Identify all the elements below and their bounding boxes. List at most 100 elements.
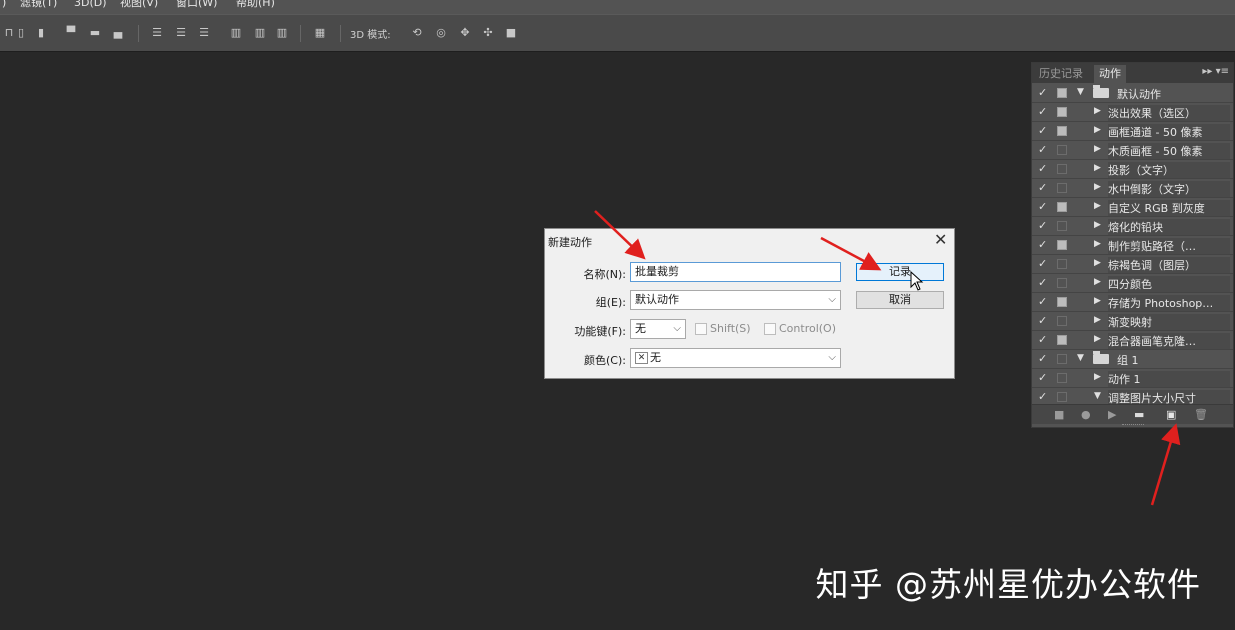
menu-item-help[interactable]: 帮助(H)	[236, 0, 275, 8]
dialog-toggle-icon[interactable]	[1057, 164, 1067, 174]
distribute-left-icon[interactable]: ▥	[229, 27, 243, 39]
toggle-check-icon[interactable]: ✓	[1038, 238, 1047, 251]
action-row[interactable]: ✓ ▶ 投影（文字）	[1032, 160, 1233, 179]
toggle-check-icon[interactable]: ✓	[1038, 295, 1047, 308]
tab-history[interactable]: 历史记录	[1034, 65, 1088, 83]
toggle-check-icon[interactable]: ✓	[1038, 257, 1047, 270]
action-row[interactable]: ✓ ▶ 混合器画笔克隆…	[1032, 331, 1233, 350]
3d-slide-icon[interactable]: ✣	[481, 27, 495, 39]
collapse-triangle-icon[interactable]: ▶	[1094, 220, 1101, 230]
action-row[interactable]: ✓ ▶ 动作 1	[1032, 369, 1233, 388]
action-row[interactable]: ✓ ▶ 熔化的铅块	[1032, 217, 1233, 236]
toggle-check-icon[interactable]: ✓	[1038, 390, 1047, 403]
toggle-check-icon[interactable]: ✓	[1038, 200, 1047, 213]
dialog-toggle-icon[interactable]	[1057, 240, 1067, 250]
cancel-button[interactable]: 取消	[856, 291, 944, 309]
dialog-toggle-icon[interactable]	[1057, 316, 1067, 326]
name-input[interactable]: 批量裁剪	[630, 262, 841, 282]
dialog-toggle-icon[interactable]	[1057, 373, 1067, 383]
dialog-toggle-icon[interactable]	[1057, 354, 1067, 364]
menu-item-filter[interactable]: 滤镜(T)	[20, 0, 57, 8]
shift-checkbox[interactable]	[695, 323, 707, 335]
dialog-toggle-icon[interactable]	[1057, 278, 1067, 288]
distribute-top-icon[interactable]: ☰	[150, 27, 164, 39]
align-vcenter-icon[interactable]: ▬	[88, 27, 102, 39]
toggle-check-icon[interactable]: ✓	[1038, 124, 1047, 137]
dialog-toggle-icon[interactable]	[1057, 107, 1067, 117]
dialog-toggle-icon[interactable]	[1057, 392, 1067, 402]
panel-menu-icon[interactable]: ▸▸ ▾≡	[1202, 66, 1229, 77]
delete-icon[interactable]: 🗑	[1194, 408, 1208, 421]
action-row[interactable]: ✓ ▶ 棕褐色调（图层）	[1032, 255, 1233, 274]
toggle-check-icon[interactable]: ✓	[1038, 276, 1047, 289]
action-row[interactable]: ✓ ▼ 调整图片大小尺寸	[1032, 388, 1233, 404]
record-icon[interactable]: ●	[1081, 408, 1091, 421]
collapse-triangle-icon[interactable]: ▶	[1094, 372, 1101, 382]
close-icon[interactable]: ✕	[934, 230, 947, 249]
menu-item-view[interactable]: 视图(V)	[120, 0, 158, 8]
action-row[interactable]: ✓ ▶ 淡出效果（选区）	[1032, 103, 1233, 122]
distribute-vcenter-icon[interactable]: ☰	[174, 27, 188, 39]
3d-scale-icon[interactable]: ■	[504, 27, 518, 39]
toggle-check-icon[interactable]: ✓	[1038, 371, 1047, 384]
new-action-icon[interactable]: ▣	[1166, 408, 1176, 421]
align-hcenter-icon[interactable]: ▯	[14, 27, 28, 39]
play-icon[interactable]: ▶	[1108, 408, 1116, 421]
panel-resize-grip[interactable]	[1122, 424, 1144, 427]
distribute-right-icon[interactable]: ▥	[275, 27, 289, 39]
color-select[interactable]: ✕ 无 ⌵	[630, 348, 841, 368]
distribute-bottom-icon[interactable]: ☰	[197, 27, 211, 39]
3d-orbit-icon[interactable]: ⟲	[410, 27, 424, 39]
record-button[interactable]: 记录	[856, 263, 944, 281]
tab-actions[interactable]: 动作	[1094, 65, 1126, 83]
collapse-triangle-icon[interactable]: ▶	[1094, 239, 1101, 249]
collapse-triangle-icon[interactable]: ▶	[1094, 182, 1101, 192]
dialog-toggle-icon[interactable]	[1057, 183, 1067, 193]
dialog-toggle-icon[interactable]	[1057, 126, 1067, 136]
align-top-icon[interactable]: ▀	[64, 27, 78, 39]
collapse-triangle-icon[interactable]: ▶	[1094, 106, 1101, 116]
collapse-triangle-icon[interactable]: ▶	[1094, 277, 1101, 287]
action-set-row[interactable]: ✓ ▼ 组 1	[1032, 350, 1233, 369]
new-set-folder-icon[interactable]: ▬	[1134, 408, 1144, 421]
toggle-check-icon[interactable]: ✓	[1038, 333, 1047, 346]
align-bottom-icon[interactable]: ▄	[111, 27, 125, 39]
dialog-toggle-icon[interactable]	[1057, 259, 1067, 269]
toggle-check-icon[interactable]: ✓	[1038, 143, 1047, 156]
align-right-edges-icon[interactable]: ▮	[34, 27, 48, 39]
distribute-hcenter-icon[interactable]: ▥	[253, 27, 267, 39]
collapse-triangle-icon[interactable]: ▶	[1094, 201, 1101, 211]
collapse-triangle-icon[interactable]: ▶	[1094, 334, 1101, 344]
expand-triangle-icon[interactable]: ▼	[1077, 353, 1084, 363]
dialog-toggle-icon[interactable]	[1057, 335, 1067, 345]
3d-roll-icon[interactable]: ◎	[434, 27, 448, 39]
toggle-check-icon[interactable]: ✓	[1038, 86, 1047, 99]
control-checkbox[interactable]	[764, 323, 776, 335]
dialog-toggle-icon[interactable]	[1057, 221, 1067, 231]
collapse-triangle-icon[interactable]: ▶	[1094, 315, 1101, 325]
stop-icon[interactable]: ■	[1054, 408, 1064, 421]
toggle-check-icon[interactable]: ✓	[1038, 181, 1047, 194]
collapse-triangle-icon[interactable]: ▶	[1094, 125, 1101, 135]
collapse-triangle-icon[interactable]: ▶	[1094, 258, 1101, 268]
menu-item-truncated[interactable]: )	[2, 0, 6, 8]
function-key-select[interactable]: 无 ⌵	[630, 319, 686, 339]
toggle-check-icon[interactable]: ✓	[1038, 219, 1047, 232]
3d-pan-icon[interactable]: ✥	[458, 27, 472, 39]
toggle-check-icon[interactable]: ✓	[1038, 162, 1047, 175]
action-row[interactable]: ✓ ▶ 自定义 RGB 到灰度	[1032, 198, 1233, 217]
action-row[interactable]: ✓ ▶ 四分颜色	[1032, 274, 1233, 293]
toggle-check-icon[interactable]: ✓	[1038, 105, 1047, 118]
action-row[interactable]: ✓ ▶ 制作剪贴路径（…	[1032, 236, 1233, 255]
toggle-check-icon[interactable]: ✓	[1038, 352, 1047, 365]
menu-item-3d[interactable]: 3D(D)	[74, 0, 107, 8]
menu-item-window[interactable]: 窗口(W)	[176, 0, 217, 8]
action-row[interactable]: ✓ ▶ 水中倒影（文字）	[1032, 179, 1233, 198]
toggle-check-icon[interactable]: ✓	[1038, 314, 1047, 327]
dialog-toggle-icon[interactable]	[1057, 202, 1067, 212]
expand-triangle-icon[interactable]: ▼	[1094, 391, 1101, 401]
group-select[interactable]: 默认动作 ⌵	[630, 290, 841, 310]
action-set-row[interactable]: ✓ ▼ 默认动作	[1032, 84, 1233, 103]
dialog-toggle-icon[interactable]	[1057, 297, 1067, 307]
collapse-triangle-icon[interactable]: ▶	[1094, 163, 1101, 173]
